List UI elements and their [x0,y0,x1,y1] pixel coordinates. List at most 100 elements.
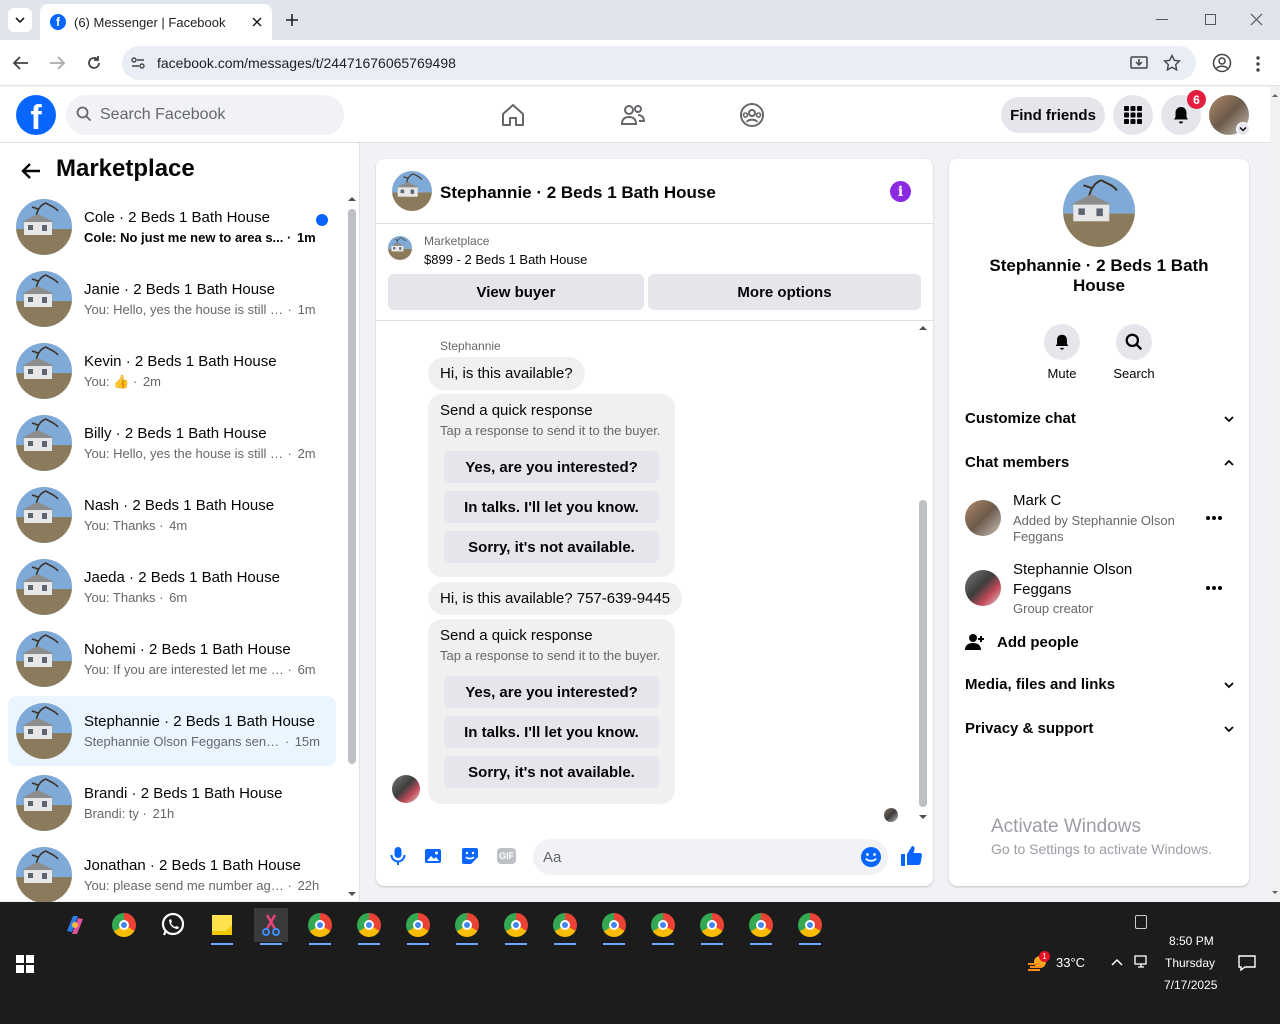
conversation-preview: Cole: No just me new to area s... [84,230,284,245]
home-nav-button[interactable] [500,102,526,128]
message-input[interactable]: Aa [533,839,888,875]
conversation-info-button[interactable]: i [890,181,911,202]
scrollbar-thumb[interactable] [919,500,927,807]
network-icon[interactable] [1134,955,1150,969]
chat-header-avatar[interactable] [392,171,432,211]
quick-reply-not-available-button[interactable]: Sorry, it's not available. [444,756,659,788]
facebook-logo-icon[interactable]: f [16,95,56,135]
conversation-item[interactable]: Janie · 2 Beds 1 Bath House You: Hello, y… [8,264,336,334]
find-friends-button[interactable]: Find friends [1001,97,1105,133]
close-icon[interactable] [252,17,262,27]
voice-clip-button[interactable] [389,846,407,866]
browser-menu-icon[interactable] [1255,55,1261,73]
more-options-button[interactable]: More options [648,274,921,310]
notification-center-icon[interactable] [1238,954,1256,972]
add-people-button[interactable]: Add people [965,632,1079,652]
mute-button[interactable]: Mute [1032,324,1092,381]
chat-title[interactable]: Stephannie · 2 Beds 1 Bath House [440,183,716,203]
page-scrollbar[interactable] [1270,87,1280,901]
chrome-profile-icon[interactable] [646,908,680,945]
privacy-support-section[interactable]: Privacy & support [965,720,1235,737]
window-close-button[interactable] [1250,13,1263,26]
message-bubble[interactable]: Hi, is this available? [428,357,585,390]
member-stephannie[interactable]: Stephannie Olson Feggans Group creator [965,558,1235,618]
emoji-button[interactable] [860,846,882,868]
more-options-icon[interactable] [1205,585,1223,591]
tray-chevron-icon[interactable] [1111,957,1123,967]
window-minimize-button[interactable] [1156,19,1168,20]
clock-date[interactable]: 7/17/2025 [1164,978,1217,992]
reload-button[interactable] [85,54,103,72]
conversation-preview-line: You: please send me number agai... · 22h [84,878,320,893]
member-mark-c[interactable]: Mark C Added by Stephannie Olson Feggans [965,490,1235,546]
temperature[interactable]: 33°C [1056,955,1085,970]
chrome-profile-icon[interactable] [450,908,484,945]
back-button[interactable] [12,54,30,72]
groups-nav-button[interactable] [739,102,765,128]
start-button[interactable] [16,955,34,973]
view-buyer-button[interactable]: View buyer [388,274,644,310]
search-in-conversation-button[interactable]: Search [1104,324,1164,381]
clock-time[interactable]: 8:50 PM [1169,934,1214,948]
install-app-icon[interactable] [1130,54,1148,72]
attach-photo-button[interactable] [424,846,444,866]
quick-reply-in-talks-button[interactable]: In talks. I'll let you know. [444,491,659,523]
conversation-item[interactable]: Nash · 2 Beds 1 Bath House You: Thanks · … [8,480,336,550]
forward-button[interactable] [48,54,66,72]
chrome-profile-icon[interactable] [352,908,386,945]
window-restore-button[interactable] [1205,14,1216,25]
chrome-profile-icon[interactable] [793,908,827,945]
chrome-profile-icon[interactable] [597,908,631,945]
chrome-profile-icon[interactable] [695,908,729,945]
sticky-notes-icon[interactable] [205,908,239,945]
scrollbar-thumb[interactable] [348,209,356,764]
quick-reply-not-available-button[interactable]: Sorry, it's not available. [444,531,659,563]
bookmark-star-icon[interactable] [1163,54,1181,72]
gif-button[interactable]: GIF [497,848,516,864]
listing-title[interactable]: $899 - 2 Beds 1 Bath House [424,252,587,267]
chrome-profile-icon[interactable] [303,908,337,945]
conversation-item[interactable]: Jonathan · 2 Beds 1 Bath House You: pleas… [8,840,336,910]
chrome-profile-icon[interactable] [499,908,533,945]
snipping-tool-icon[interactable] [254,908,288,945]
quick-reply-in-talks-button[interactable]: In talks. I'll let you know. [444,716,659,748]
quick-reply-yes-button[interactable]: Yes, are you interested? [444,451,659,483]
chrome-profile-icon[interactable] [744,908,778,945]
conversation-item[interactable]: Nohemi · 2 Beds 1 Bath House You: If you … [8,624,336,694]
whatsapp-icon[interactable] [156,908,190,942]
send-like-button[interactable] [899,844,923,868]
more-options-icon[interactable] [1205,515,1223,521]
tab-search-button[interactable] [8,8,32,32]
friends-nav-button[interactable] [620,102,646,128]
conversation-item[interactable]: Brandi · 2 Beds 1 Bath House Brandi: ty ·… [8,768,336,838]
message-bubble[interactable]: Hi, is this available? 757-639-9445 [428,582,683,615]
customize-chat-section[interactable]: Customize chat [965,410,1235,427]
media-files-links-section[interactable]: Media, files and links [965,676,1235,693]
clock-day[interactable]: Thursday [1165,956,1215,970]
quick-reply-yes-button[interactable]: Yes, are you interested? [444,676,659,708]
new-tab-button[interactable] [284,12,300,28]
desktop-icon[interactable] [1135,915,1147,929]
conversation-item[interactable]: Kevin · 2 Beds 1 Bath House You: 👍 · 2m [8,336,336,406]
profile-icon[interactable] [1212,53,1232,73]
menu-grid-button[interactable] [1113,95,1153,135]
site-info-icon[interactable] [130,55,146,71]
back-arrow-button[interactable] [20,160,42,182]
conversation-item[interactable]: Stephannie · 2 Beds 1 Bath House Stephann… [8,696,336,766]
browser-tab[interactable]: f (6) Messenger | Facebook [40,4,272,40]
conversation-item[interactable]: Jaeda · 2 Beds 1 Bath House You: Thanks ·… [8,552,336,622]
conversation-item[interactable]: Billy · 2 Beds 1 Bath House You: Hello, y… [8,408,336,478]
listing-thumbnail[interactable] [388,236,412,260]
chrome-icon[interactable] [107,908,141,942]
conversation-list-scrollbar[interactable] [347,195,357,898]
facebook-search-input[interactable]: Search Facebook [66,95,344,135]
conversation-item[interactable]: Cole · 2 Beds 1 Bath House Cole: No just … [8,192,336,262]
chat-scrollbar[interactable] [918,324,928,821]
address-bar[interactable]: facebook.com/messages/t/2447167606576949… [122,46,1196,80]
chat-members-section[interactable]: Chat members [965,454,1235,471]
copilot-icon[interactable] [58,908,92,942]
chrome-profile-icon[interactable] [401,908,435,945]
sticker-button[interactable] [460,846,480,866]
sender-avatar[interactable] [392,775,420,803]
chrome-profile-icon[interactable] [548,908,582,945]
